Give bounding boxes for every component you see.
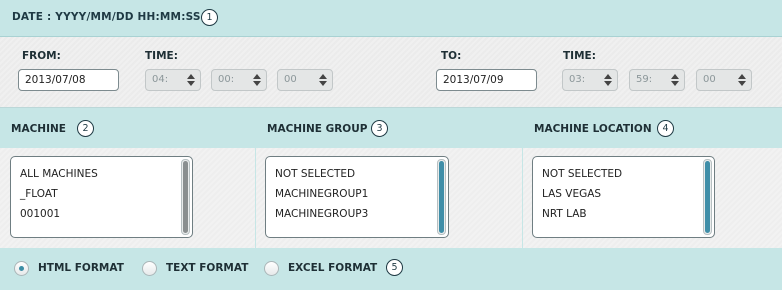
text-format-radio[interactable] — [142, 261, 157, 276]
to-second-value: 00 — [703, 74, 716, 85]
from-minute-value: 00: — [218, 74, 235, 85]
step-badge-5: 5 — [386, 259, 403, 276]
to-label: TO: — [441, 50, 462, 62]
stepper-arrows-icon[interactable] — [604, 73, 612, 87]
to-second-stepper[interactable]: 00 — [696, 69, 752, 91]
output-format-bar: HTML FORMAT TEXT FORMAT EXCEL FORMAT 5 — [0, 249, 782, 290]
list-item[interactable]: NRT LAB — [542, 208, 587, 220]
stepper-arrows-icon[interactable] — [671, 73, 679, 87]
list-item[interactable]: 001001 — [20, 208, 60, 220]
list-item[interactable]: _FLOAT — [20, 188, 58, 200]
scroll-thumb[interactable] — [439, 161, 444, 233]
machine-listbox[interactable]: ALL MACHINES _FLOAT 001001 — [10, 156, 193, 238]
step-badge-2: 2 — [77, 120, 94, 137]
machine-group-header: MACHINE GROUP 3 — [256, 108, 522, 148]
step-badge-1: 1 — [201, 9, 218, 26]
html-format-label[interactable]: HTML FORMAT — [38, 262, 124, 274]
stepper-arrows-icon[interactable] — [319, 73, 327, 87]
machine-header: MACHINE 2 — [0, 108, 255, 148]
machine-location-header: MACHINE LOCATION 4 — [523, 108, 782, 148]
scroll-thumb[interactable] — [705, 161, 710, 233]
machine-scrollbar[interactable] — [181, 159, 190, 235]
machine-panel: MACHINE 2 ALL MACHINES _FLOAT 001001 — [0, 108, 255, 248]
from-hour-stepper[interactable]: 04: — [145, 69, 201, 91]
text-format-label[interactable]: TEXT FORMAT — [166, 262, 248, 274]
machine-group-title: MACHINE GROUP — [267, 123, 368, 135]
from-label: FROM: — [22, 50, 61, 62]
stepper-arrows-icon[interactable] — [738, 73, 746, 87]
from-minute-stepper[interactable]: 00: — [211, 69, 267, 91]
from-second-stepper[interactable]: 00 — [277, 69, 333, 91]
to-hour-value: 03: — [569, 74, 586, 85]
to-hour-stepper[interactable]: 03: — [562, 69, 618, 91]
machine-location-title: MACHINE LOCATION — [534, 123, 652, 135]
machine-group-scrollbar[interactable] — [437, 159, 446, 235]
date-format-title: DATE : YYYY/MM/DD HH:MM:SS — [12, 11, 201, 23]
stepper-arrows-icon[interactable] — [253, 73, 261, 87]
html-format-radio[interactable] — [14, 261, 29, 276]
time-range-panel: FROM: 2013/07/08 TIME: 04: 00: 00 TO: 20… — [0, 37, 782, 108]
to-date-input[interactable]: 2013/07/09 — [436, 69, 537, 91]
list-item[interactable]: ALL MACHINES — [20, 168, 98, 180]
list-item[interactable]: MACHINEGROUP3 — [275, 208, 368, 220]
excel-format-label[interactable]: EXCEL FORMAT — [288, 262, 377, 274]
step-badge-4: 4 — [657, 120, 674, 137]
list-item[interactable]: LAS VEGAS — [542, 188, 601, 200]
from-second-value: 00 — [284, 74, 297, 85]
list-item[interactable]: NOT SELECTED — [542, 168, 622, 180]
to-minute-value: 59: — [636, 74, 653, 85]
machine-group-listbox[interactable]: NOT SELECTED MACHINEGROUP1 MACHINEGROUP3 — [265, 156, 449, 238]
to-time-label: TIME: — [563, 50, 596, 62]
list-item[interactable]: MACHINEGROUP1 — [275, 188, 368, 200]
list-item[interactable]: NOT SELECTED — [275, 168, 355, 180]
machine-location-listbox[interactable]: NOT SELECTED LAS VEGAS NRT LAB — [532, 156, 715, 238]
machine-title: MACHINE — [11, 123, 66, 135]
from-time-label: TIME: — [145, 50, 178, 62]
date-format-header: DATE : YYYY/MM/DD HH:MM:SS 1 — [0, 0, 782, 37]
from-date-input[interactable]: 2013/07/08 — [18, 69, 119, 91]
machine-group-panel: MACHINE GROUP 3 NOT SELECTED MACHINEGROU… — [256, 108, 522, 248]
scroll-thumb[interactable] — [183, 161, 188, 233]
excel-format-radio[interactable] — [264, 261, 279, 276]
machine-location-panel: MACHINE LOCATION 4 NOT SELECTED LAS VEGA… — [523, 108, 782, 248]
from-hour-value: 04: — [152, 74, 169, 85]
machine-location-scrollbar[interactable] — [703, 159, 712, 235]
stepper-arrows-icon[interactable] — [187, 73, 195, 87]
selection-panels: MACHINE 2 ALL MACHINES _FLOAT 001001 MAC… — [0, 108, 782, 249]
to-minute-stepper[interactable]: 59: — [629, 69, 685, 91]
step-badge-3: 3 — [371, 120, 388, 137]
